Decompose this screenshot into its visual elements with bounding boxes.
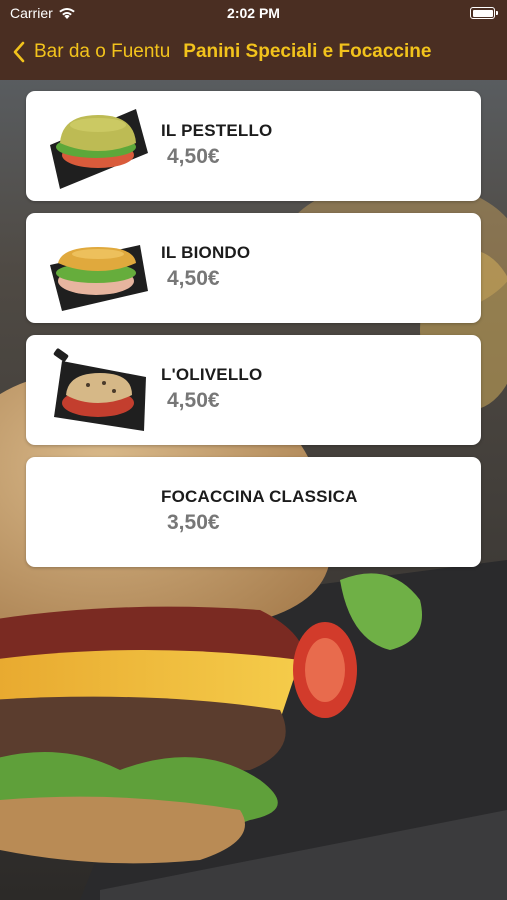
product-price: 3,50€ [167, 511, 220, 534]
clock: 2:02 PM [227, 5, 280, 21]
navigation-bar: Carrier 2:02 PM Bar da o Fuentu Panini S… [0, 0, 507, 80]
battery-level [472, 9, 493, 17]
product-price: 4,50€ [167, 145, 220, 168]
product-name: IL PESTELLO [161, 121, 273, 140]
chevron-left-icon [13, 41, 25, 63]
back-button[interactable]: Bar da o Fuentu [0, 41, 170, 63]
battery-icon [470, 7, 498, 19]
sandwich-photo-olive-bun [53, 348, 146, 431]
product-price: 4,50€ [167, 389, 220, 412]
sandwich-photo-green-bun [50, 109, 148, 189]
sandwich-photo-golden-bun [50, 245, 148, 311]
product-name: L'OLIVELLO [161, 365, 263, 384]
product-price: 4,50€ [167, 267, 220, 290]
back-label: Bar da o Fuentu [34, 41, 171, 62]
product-card-focaccina-classica[interactable]: FOCACCINA CLASSICA 3,50€ [26, 457, 481, 567]
page-title: Panini Speciali e Focaccine [183, 41, 432, 62]
status-bar: Carrier 2:02 PM [0, 0, 507, 26]
product-list: IL PESTELLO 4,50€ IL BIONDO 4,50€ L'OLIV… [26, 91, 481, 579]
product-name: IL BIONDO [161, 243, 251, 262]
product-card-il-biondo[interactable]: IL BIONDO 4,50€ [26, 213, 481, 323]
product-card-l-olivello[interactable]: L'OLIVELLO 4,50€ [26, 335, 481, 445]
product-card-il-pestello[interactable]: IL PESTELLO 4,50€ [26, 91, 481, 201]
product-name: FOCACCINA CLASSICA [161, 487, 358, 506]
nav-header: Bar da o Fuentu Panini Speciali e Focacc… [0, 30, 507, 74]
